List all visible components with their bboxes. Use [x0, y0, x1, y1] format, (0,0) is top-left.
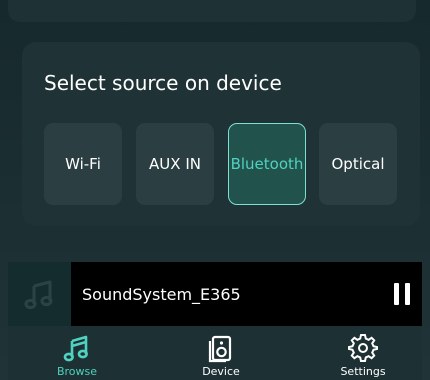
source-select-panel: Select source on device Wi-Fi AUX IN Blu…	[22, 42, 420, 226]
nav-item-device[interactable]: Device	[176, 326, 266, 380]
speaker-icon	[208, 335, 232, 363]
bottom-nav: Browse Device Settings	[8, 326, 422, 380]
nav-item-settings[interactable]: Settings	[318, 326, 408, 380]
nav-label-settings: Settings	[340, 365, 386, 378]
track-name: SoundSystem_E365	[82, 285, 241, 304]
nav-label-browse: Browse	[56, 365, 98, 378]
nav-label-device: Device	[202, 365, 240, 378]
nav-item-browse[interactable]: Browse	[32, 326, 122, 380]
source-button-wifi[interactable]: Wi-Fi	[44, 123, 122, 205]
source-panel-title: Select source on device	[44, 71, 282, 95]
mini-player[interactable]: SoundSystem_E365	[8, 262, 422, 326]
source-button-optical[interactable]: Optical	[319, 123, 397, 205]
album-art	[8, 262, 71, 326]
previous-card	[8, 0, 416, 22]
source-button-aux-in[interactable]: AUX IN	[136, 123, 214, 205]
music-note-icon	[24, 280, 52, 310]
source-button-bluetooth[interactable]: Bluetooth	[228, 123, 306, 205]
pause-button[interactable]	[390, 283, 414, 305]
gear-icon	[348, 334, 378, 362]
music-note-icon	[63, 335, 88, 362]
